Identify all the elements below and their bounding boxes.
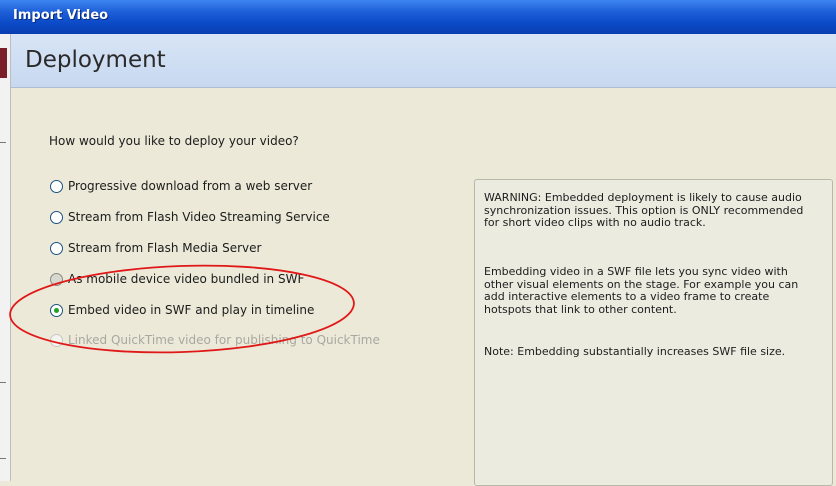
annotation-overlay <box>9 264 355 354</box>
highlight-ellipse <box>9 264 355 354</box>
